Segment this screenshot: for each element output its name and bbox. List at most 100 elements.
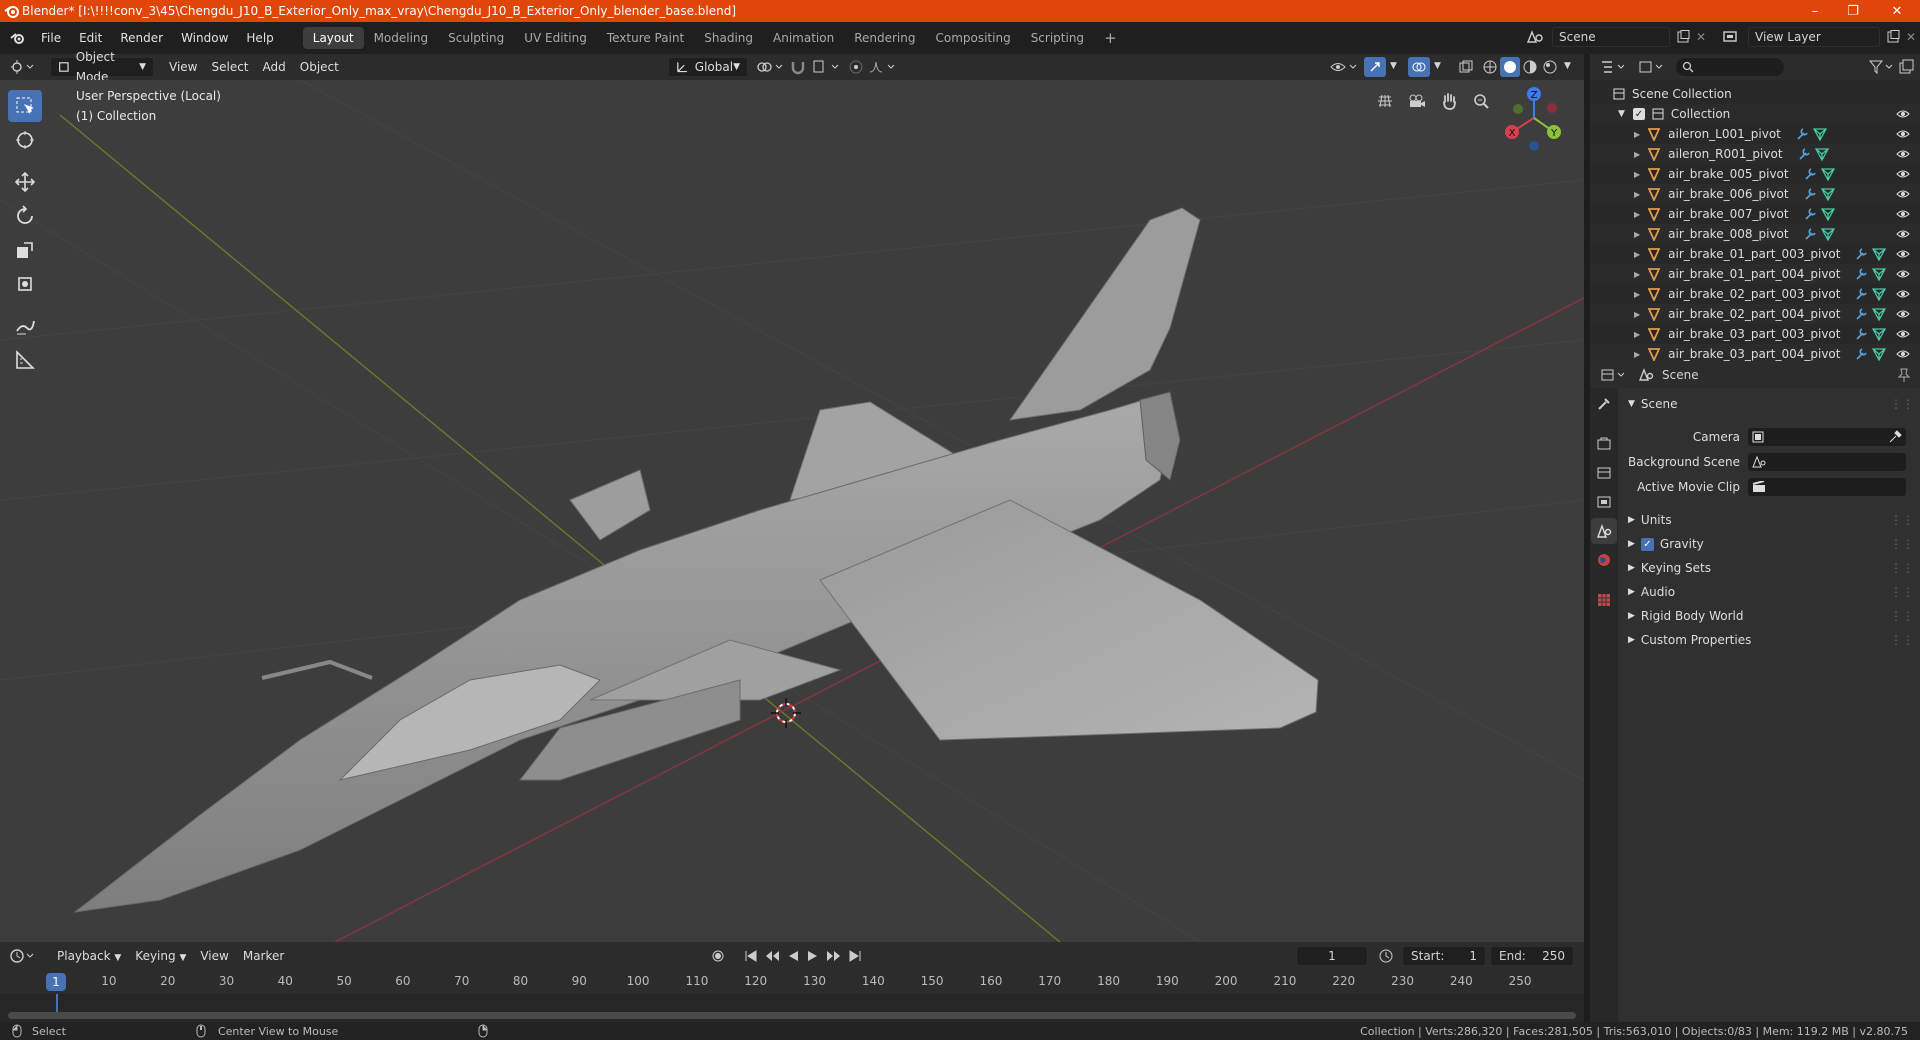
tab-layout[interactable]: Layout	[302, 27, 364, 49]
annotate-tool[interactable]	[8, 310, 42, 342]
tab-world[interactable]	[1591, 547, 1617, 573]
outliner-object-row[interactable]: ▶ air_brake_02_part_003_pivot	[1590, 284, 1920, 304]
gravity-panel-header[interactable]: ▶ ✓ Gravity ⋮⋮	[1618, 532, 1920, 556]
pivot-point-icon[interactable]	[756, 59, 786, 75]
mesh-data-icon[interactable]	[1820, 187, 1835, 201]
scale-tool[interactable]	[8, 234, 42, 266]
expand-arrow-icon[interactable]: ▶	[1634, 150, 1640, 159]
snap-target-icon[interactable]	[812, 59, 842, 75]
outliner-object-row[interactable]: ▶ air_brake_03_part_004_pivot	[1590, 344, 1920, 364]
timeline-track-area[interactable]	[0, 994, 1584, 1024]
chevron-down-icon[interactable]: ▼	[1434, 61, 1441, 71]
jump-to-start-icon[interactable]	[744, 949, 758, 963]
outliner-object-row[interactable]: ▶ aileron_L001_pivot	[1590, 124, 1920, 144]
new-scene-icon[interactable]	[1676, 30, 1690, 44]
modifier-wrench-icon[interactable]	[1803, 187, 1817, 201]
modifier-wrench-icon[interactable]	[1854, 347, 1868, 361]
viewport-menu-view[interactable]: View	[162, 57, 204, 77]
eye-icon[interactable]	[1896, 188, 1910, 200]
toggle-grid-view-button[interactable]	[1372, 88, 1398, 114]
timeline-menu-keying[interactable]: Keying ▼	[128, 946, 193, 966]
eye-icon[interactable]	[1896, 108, 1910, 120]
tab-texture[interactable]	[1591, 587, 1617, 613]
camera-view-button[interactable]	[1404, 88, 1430, 114]
menu-render[interactable]: Render	[111, 27, 172, 49]
proportional-edit-icon[interactable]	[848, 59, 864, 75]
keying-sets-panel-header[interactable]: ▶ Keying Sets ⋮⋮	[1618, 556, 1920, 580]
modifier-wrench-icon[interactable]	[1854, 247, 1868, 261]
xray-icon[interactable]	[1458, 59, 1474, 75]
tab-animation[interactable]: Animation	[763, 27, 844, 49]
editor-type-icon[interactable]	[10, 59, 36, 75]
mesh-data-icon[interactable]	[1872, 267, 1887, 281]
outliner-object-row[interactable]: ▶ air_brake_01_part_003_pivot	[1590, 244, 1920, 264]
measure-tool[interactable]	[8, 344, 42, 376]
custom-properties-panel-header[interactable]: ▶ Custom Properties ⋮⋮	[1618, 628, 1920, 652]
wireframe-shading-icon[interactable]	[1482, 59, 1498, 75]
expand-arrow-icon[interactable]: ▶	[1634, 250, 1640, 259]
maximize-button[interactable]: ❐	[1830, 0, 1876, 22]
mode-dropdown[interactable]: Object Mode ▼	[50, 50, 154, 84]
outliner-object-row[interactable]: ▶ aileron_R001_pivot	[1590, 144, 1920, 164]
eye-icon[interactable]	[1896, 168, 1910, 180]
tab-uv-editing[interactable]: UV Editing	[514, 27, 597, 49]
expand-arrow-icon[interactable]: ▶	[1634, 190, 1640, 199]
modifier-wrench-icon[interactable]	[1803, 167, 1817, 181]
timeline-menu-playback[interactable]: Playback ▼	[50, 946, 128, 966]
play-icon[interactable]	[806, 949, 820, 963]
collection-row[interactable]: ▼ ✓ Collection	[1590, 104, 1920, 124]
modifier-wrench-icon[interactable]	[1854, 267, 1868, 281]
transform-tool[interactable]	[8, 268, 42, 300]
end-frame-field[interactable]: End: 250	[1490, 946, 1574, 966]
chevron-down-icon[interactable]: ▼	[1564, 61, 1571, 71]
expand-arrow-icon[interactable]: ▶	[1634, 170, 1640, 179]
add-workspace-button[interactable]: +	[1094, 27, 1127, 49]
blender-menu-icon[interactable]	[10, 31, 26, 45]
units-panel-header[interactable]: ▶ Units ⋮⋮	[1618, 508, 1920, 532]
mesh-data-icon[interactable]	[1820, 227, 1835, 241]
drag-handle-icon[interactable]: ⋮⋮	[1890, 585, 1914, 599]
gizmo-neg-z-handle[interactable]	[1529, 141, 1539, 151]
outliner-object-row[interactable]: ▶ air_brake_006_pivot	[1590, 184, 1920, 204]
eye-icon[interactable]	[1896, 268, 1910, 280]
transform-orientation-dropdown[interactable]: Global ▼	[668, 57, 748, 77]
current-frame-field[interactable]: 1	[1296, 946, 1368, 966]
tab-view-layer[interactable]	[1591, 489, 1617, 515]
gizmo-neg-x-handle[interactable]	[1547, 103, 1557, 113]
tab-render[interactable]	[1591, 431, 1617, 457]
delete-view-layer-icon[interactable]: ✕	[1906, 30, 1916, 44]
viewport-menu-object[interactable]: Object	[293, 57, 346, 77]
menu-window[interactable]: Window	[172, 27, 237, 49]
chevron-down-icon[interactable]: ▼	[1390, 61, 1397, 71]
use-preview-range-icon[interactable]	[1378, 948, 1394, 964]
menu-help[interactable]: Help	[237, 27, 282, 49]
eye-icon[interactable]	[1896, 148, 1910, 160]
tab-texture-paint[interactable]: Texture Paint	[597, 27, 694, 49]
audio-panel-header[interactable]: ▶ Audio ⋮⋮	[1618, 580, 1920, 604]
expand-arrow-icon[interactable]: ▶	[1634, 350, 1640, 359]
timeline-menu-marker[interactable]: Marker	[236, 946, 291, 966]
tab-sculpting[interactable]: Sculpting	[438, 27, 514, 49]
visibility-selectability-icon[interactable]	[1330, 59, 1360, 75]
jump-to-keyframe-next-icon[interactable]	[826, 949, 842, 963]
scene-name-field[interactable]: Scene	[1552, 27, 1670, 47]
drag-handle-icon[interactable]: ⋮⋮	[1890, 513, 1914, 527]
display-mode-icon[interactable]	[1638, 59, 1666, 75]
viewport-menu-add[interactable]: Add	[256, 57, 293, 77]
timeline-menu-view[interactable]: View	[193, 946, 235, 966]
solid-shading-button[interactable]	[1500, 57, 1520, 77]
outliner-object-row[interactable]: ▶ air_brake_02_part_004_pivot	[1590, 304, 1920, 324]
mesh-data-icon[interactable]	[1820, 167, 1835, 181]
pan-view-button[interactable]	[1436, 88, 1462, 114]
eye-icon[interactable]	[1896, 288, 1910, 300]
viewport-menu-select[interactable]: Select	[204, 57, 255, 77]
cursor-tool[interactable]	[8, 124, 42, 156]
tab-scene[interactable]	[1591, 518, 1617, 544]
tab-rendering[interactable]: Rendering	[844, 27, 925, 49]
eye-icon[interactable]	[1896, 248, 1910, 260]
play-reverse-icon[interactable]	[786, 949, 800, 963]
menu-file[interactable]: File	[32, 27, 70, 49]
drag-handle-icon[interactable]: ⋮⋮	[1890, 561, 1914, 575]
tab-scripting[interactable]: Scripting	[1021, 27, 1094, 49]
modifier-wrench-icon[interactable]	[1854, 287, 1868, 301]
